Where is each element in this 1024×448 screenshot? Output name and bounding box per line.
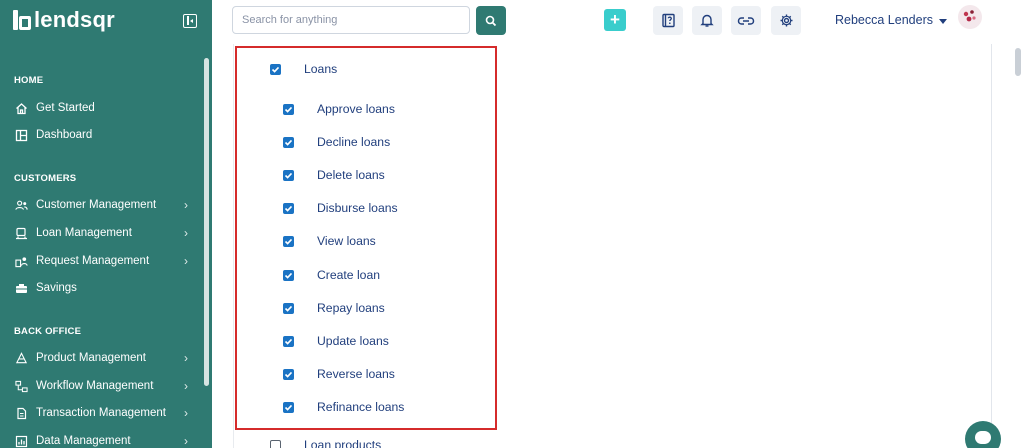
sidebar-item-customer-management[interactable]: Customer Management ›: [0, 192, 200, 218]
search-button[interactable]: [476, 6, 506, 35]
sidebar-item-request-management[interactable]: Request Management ›: [0, 248, 200, 274]
savings-icon: [15, 282, 28, 295]
sidebar-item-label: Dashboard: [36, 129, 93, 141]
link-icon: [737, 16, 755, 25]
bell-icon: [700, 14, 714, 27]
panel-divider-right: [991, 44, 992, 448]
chevron-right-icon: ›: [184, 254, 188, 268]
sidebar-item-dashboard[interactable]: Dashboard: [0, 122, 200, 148]
product-icon: [15, 351, 28, 365]
chevron-right-icon: ›: [184, 434, 188, 448]
section-title-back-office: BACK OFFICE: [14, 326, 82, 337]
gear-icon: [780, 14, 792, 27]
data-icon: [15, 435, 28, 448]
section-title-home: HOME: [14, 75, 44, 86]
transaction-icon: [15, 407, 28, 420]
highlight-box: [235, 46, 497, 430]
chevron-right-icon: ›: [184, 226, 188, 240]
chevron-right-icon: ›: [184, 351, 188, 365]
sidebar-item-get-started[interactable]: Get Started: [0, 95, 200, 121]
dashboard-icon: [15, 129, 28, 142]
sidebar-item-label: Customer Management: [36, 199, 157, 211]
chevron-right-icon: ›: [184, 379, 188, 393]
sidebar-scrollbar[interactable]: [204, 58, 209, 386]
sidebar-item-workflow-management[interactable]: Workflow Management ›: [0, 373, 200, 399]
chat-icon: [975, 431, 991, 444]
sidebar-item-label: Product Management: [36, 352, 146, 364]
brand-name: lendsqr: [34, 7, 115, 32]
search-icon: [485, 15, 497, 26]
docs-button[interactable]: [653, 6, 683, 35]
sidebar-item-loan-management[interactable]: Loan Management ›: [0, 220, 200, 246]
logo-icon: [13, 10, 31, 30]
docs-help-icon: [661, 13, 675, 28]
sidebar-item-label: Data Management: [36, 435, 131, 447]
sidebar-item-label: Savings: [36, 282, 77, 294]
brand-logo[interactable]: lendsqr: [13, 9, 115, 31]
sidebar-item-data-management[interactable]: Data Management ›: [0, 428, 200, 448]
permission-group-loan-products[interactable]: Loan products: [270, 438, 381, 448]
chevron-right-icon: ›: [184, 198, 188, 212]
notifications-button[interactable]: [692, 6, 722, 35]
avatar[interactable]: [958, 5, 982, 29]
checkbox-unchecked[interactable]: [270, 439, 281, 448]
sidebar-item-label: Loan Management: [36, 227, 132, 239]
sidebar-item-label: Request Management: [36, 255, 150, 267]
workflow-icon: [15, 380, 28, 393]
caret-down-icon[interactable]: [939, 19, 947, 24]
main-scrollbar[interactable]: [1015, 48, 1021, 76]
sidebar-item-label: Transaction Management: [36, 407, 166, 419]
request-icon: [15, 255, 28, 268]
sidebar: lendsqr HOME Get Started Dashboard CUSTO…: [0, 0, 212, 448]
add-button[interactable]: +: [604, 9, 626, 31]
sidebar-item-label: Workflow Management: [36, 380, 154, 392]
sidebar-item-savings[interactable]: Savings: [0, 275, 200, 301]
loan-icon: [15, 227, 28, 240]
chevron-right-icon: ›: [184, 406, 188, 420]
search-input[interactable]: [232, 6, 470, 34]
users-icon: [15, 199, 28, 212]
user-name[interactable]: Rebecca Lenders: [835, 13, 933, 27]
sidebar-item-label: Get Started: [36, 102, 95, 114]
home-icon: [15, 102, 28, 115]
panel-divider: [233, 44, 234, 448]
sidebar-item-transaction-management[interactable]: Transaction Management ›: [0, 400, 200, 426]
section-title-customers: CUSTOMERS: [14, 173, 77, 184]
sidebar-item-product-management[interactable]: Product Management ›: [0, 345, 200, 371]
permission-group-label: Loan products: [304, 438, 382, 448]
sidebar-collapse-icon[interactable]: [183, 14, 197, 28]
link-button[interactable]: [731, 6, 761, 35]
settings-button[interactable]: [771, 6, 801, 35]
